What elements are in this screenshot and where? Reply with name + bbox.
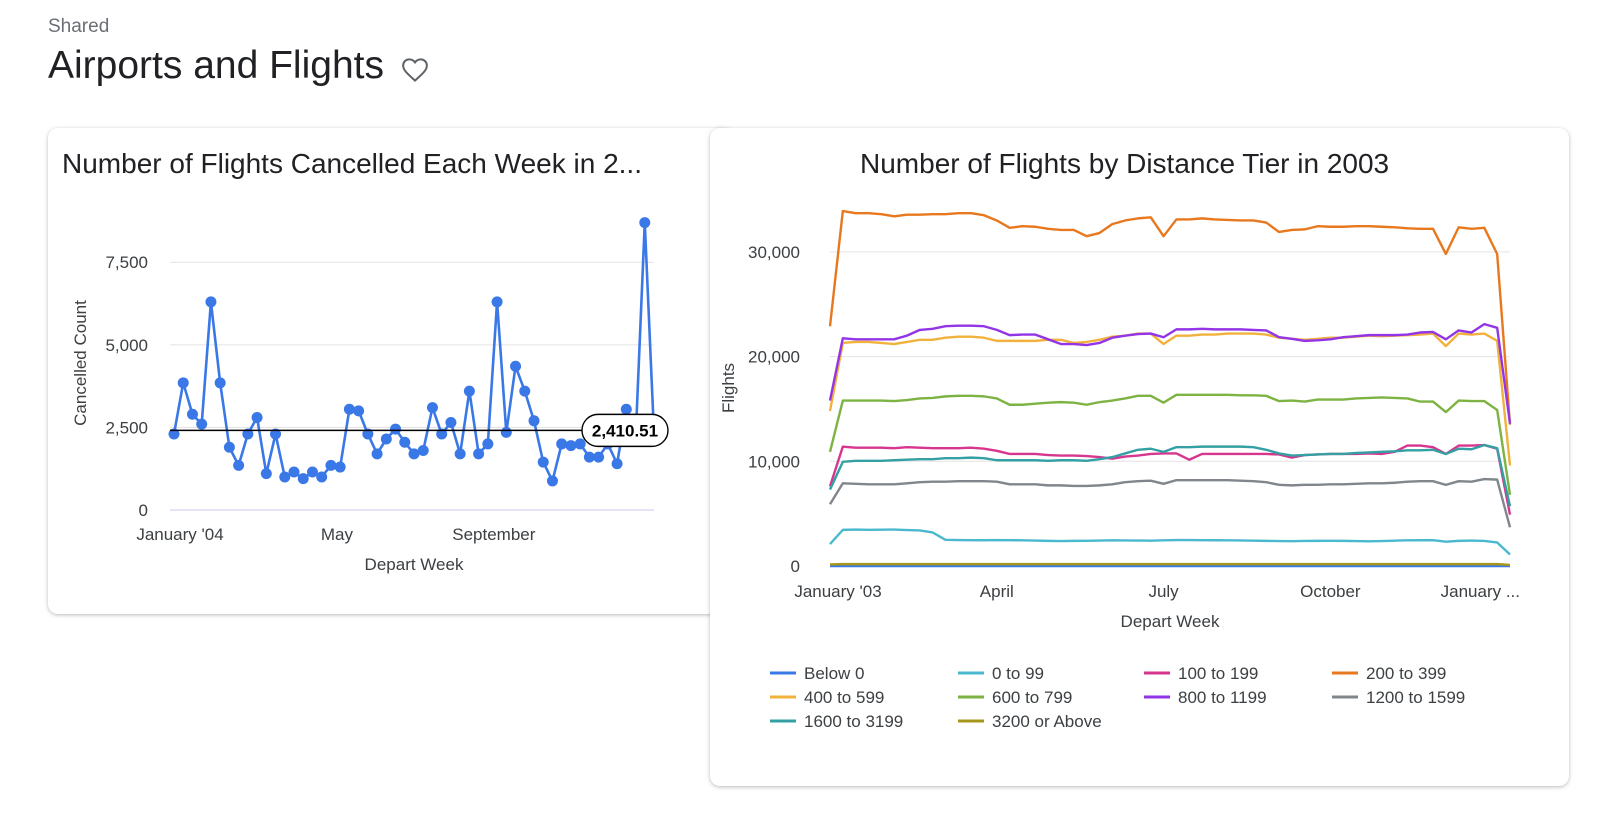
data-point xyxy=(334,461,346,473)
series-line xyxy=(829,528,1511,556)
data-point xyxy=(593,451,605,463)
cancelled-line-chart[interactable]: 0 2,500 5,000 7,500 January '04 May September D… xyxy=(48,128,734,614)
y-tick-label: 20,000 xyxy=(748,348,800,367)
y-tick-label: 5,000 xyxy=(105,336,148,355)
y-axis-title: Cancelled Count xyxy=(71,300,90,426)
legend-label: 600 to 799 xyxy=(992,688,1072,707)
data-point xyxy=(546,475,558,487)
data-point xyxy=(574,438,586,450)
data-point xyxy=(371,448,383,460)
data-point xyxy=(445,416,457,428)
x-tick-label: July xyxy=(1148,582,1179,601)
data-point xyxy=(390,423,402,435)
reference-value: 2,410.51 xyxy=(592,421,658,440)
legend-label: 100 to 199 xyxy=(1178,664,1258,683)
x-tick-label: September xyxy=(452,525,535,544)
cancelled-chart-card[interactable]: Number of Flights Cancelled Each Week in… xyxy=(48,128,734,614)
legend-item[interactable]: 1200 to 1599 xyxy=(1332,688,1465,707)
x-axis-title: Depart Week xyxy=(365,555,464,574)
data-point xyxy=(205,296,217,308)
data-point xyxy=(316,471,328,483)
data-point xyxy=(233,459,245,471)
legend-label: 400 to 599 xyxy=(804,688,884,707)
y-tick-label: 2,500 xyxy=(105,418,148,437)
data-point xyxy=(223,441,235,453)
data-point xyxy=(537,456,549,468)
legend-item[interactable]: 1600 to 3199 xyxy=(770,712,903,731)
y-tick-label: 10,000 xyxy=(748,452,800,471)
data-point xyxy=(260,468,272,480)
legend-label: 0 to 99 xyxy=(992,664,1044,683)
data-point xyxy=(519,385,531,397)
legend-item[interactable]: Below 0 xyxy=(770,664,864,683)
legend-label: 3200 or Above xyxy=(992,712,1102,731)
series-line xyxy=(828,443,1512,515)
series-line xyxy=(829,562,1511,567)
legend-item[interactable]: 200 to 399 xyxy=(1332,664,1446,683)
legend-label: 200 to 399 xyxy=(1366,664,1446,683)
data-point xyxy=(288,466,300,478)
data-point xyxy=(251,412,263,424)
y-axis-title: Flights xyxy=(719,363,738,413)
data-point xyxy=(611,458,623,470)
legend-item[interactable]: 3200 or Above xyxy=(958,712,1102,731)
y-tick-label: 30,000 xyxy=(748,243,800,262)
y-tick-label: 0 xyxy=(139,501,148,520)
data-point xyxy=(214,377,226,389)
data-point xyxy=(325,459,337,471)
data-point xyxy=(556,438,568,450)
legend-label: 1600 to 3199 xyxy=(804,712,903,731)
x-tick-label: April xyxy=(980,582,1014,601)
data-point xyxy=(639,217,651,229)
x-axis-title: Depart Week xyxy=(1121,612,1220,631)
page-title: Airports and Flights xyxy=(48,44,384,87)
x-tick-label: May xyxy=(321,525,354,544)
distance-tier-chart-card[interactable]: Number of Flights by Distance Tier in 20… xyxy=(710,128,1569,786)
legend-label: 800 to 1199 xyxy=(1178,688,1267,707)
chart-title: Number of Flights by Distance Tier in 20… xyxy=(860,148,1390,179)
data-point xyxy=(186,408,198,420)
legend-item[interactable]: 0 to 99 xyxy=(958,664,1044,683)
legend-label: Below 0 xyxy=(804,664,864,683)
data-point xyxy=(343,403,355,415)
data-point xyxy=(426,402,438,414)
legend-label: 1200 to 1599 xyxy=(1366,688,1465,707)
chart-title: Number of Flights Cancelled Each Week in… xyxy=(62,148,642,179)
data-point xyxy=(297,473,309,485)
data-point xyxy=(473,448,485,460)
data-point xyxy=(482,438,494,450)
data-point xyxy=(463,385,475,397)
data-point xyxy=(380,433,392,445)
data-point xyxy=(177,377,189,389)
series-line xyxy=(828,477,1512,528)
data-point xyxy=(620,403,632,415)
legend-item[interactable]: 100 to 199 xyxy=(1144,664,1258,683)
y-tick-label: 0 xyxy=(791,557,800,576)
data-point xyxy=(353,405,365,417)
legend-item[interactable]: 600 to 799 xyxy=(958,688,1072,707)
x-tick-label: January '04 xyxy=(136,525,223,544)
data-point xyxy=(565,440,577,452)
data-point xyxy=(196,418,208,430)
distance-tier-line-chart[interactable]: 0 10,000 20,000 30,000 January '03 April July O… xyxy=(710,128,1569,786)
data-point xyxy=(491,296,503,308)
heart-outline-icon[interactable] xyxy=(400,51,430,82)
legend-item[interactable]: 400 to 599 xyxy=(770,688,884,707)
x-tick-label: January '03 xyxy=(794,582,881,601)
x-tick-label: October xyxy=(1300,582,1361,601)
data-point xyxy=(399,436,411,448)
x-tick-label: January ... xyxy=(1441,582,1520,601)
page-title-row: Airports and Flights xyxy=(48,44,430,88)
data-point xyxy=(417,445,429,457)
data-point xyxy=(528,415,540,427)
data-point xyxy=(500,426,512,438)
data-point xyxy=(454,448,466,460)
reference-badge: 2,410.51 xyxy=(581,413,669,448)
legend-item[interactable]: 800 to 1199 xyxy=(1144,688,1267,707)
data-point xyxy=(510,360,522,372)
breadcrumb[interactable]: Shared xyxy=(48,16,109,38)
y-tick-label: 7,500 xyxy=(105,253,148,272)
series-line xyxy=(828,209,1512,425)
